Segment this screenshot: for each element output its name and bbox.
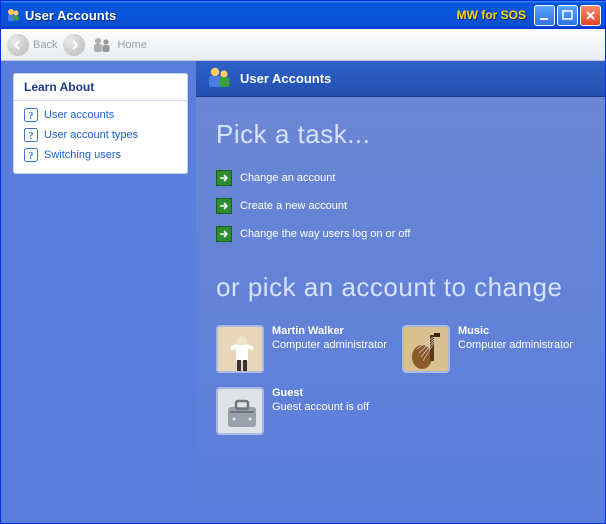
- content: Learn About ? User accounts ? User accou…: [1, 61, 605, 523]
- account-name: Martin Walker: [272, 325, 387, 339]
- sidebar: Learn About ? User accounts ? User accou…: [1, 61, 196, 523]
- svg-text:?: ?: [29, 131, 34, 142]
- home-button[interactable]: Home: [91, 36, 146, 54]
- help-item-label: Switching users: [44, 149, 121, 161]
- forward-button[interactable]: [63, 34, 85, 56]
- task-change-account[interactable]: Change an account: [216, 164, 585, 192]
- svg-text:?: ?: [29, 151, 34, 162]
- arrow-icon: [216, 198, 232, 214]
- task-label: Change the way users log on or off: [240, 228, 410, 240]
- main-header-title: User Accounts: [240, 71, 331, 86]
- back-icon: [7, 34, 29, 56]
- account-info: Guest Guest account is off: [272, 387, 369, 435]
- account-martin-walker[interactable]: Martin Walker Computer administrator: [216, 325, 388, 373]
- user-accounts-icon: [5, 7, 21, 23]
- forward-icon: [63, 34, 85, 56]
- panel-body: ? User accounts ? User account types ? S…: [14, 101, 187, 173]
- avatar: [216, 387, 264, 435]
- users-icon: [206, 65, 232, 92]
- titlebar: User Accounts MW for SOS: [1, 1, 605, 29]
- account-info: Music Computer administrator: [458, 325, 573, 373]
- back-button[interactable]: Back: [7, 34, 57, 56]
- minimize-button[interactable]: [534, 5, 555, 26]
- help-item-label: User account types: [44, 129, 138, 141]
- main: User Accounts Pick a task... Change an a…: [196, 61, 605, 523]
- window: User Accounts MW for SOS Back: [0, 0, 606, 524]
- account-info: Martin Walker Computer administrator: [272, 325, 387, 373]
- avatar: [216, 325, 264, 373]
- back-label: Back: [33, 39, 57, 51]
- learn-about-panel: Learn About ? User accounts ? User accou…: [13, 73, 188, 174]
- account-role: Guest account is off: [272, 401, 369, 415]
- toolbar: Back Home: [1, 29, 605, 61]
- task-list: Change an account Create a new account C…: [216, 164, 585, 248]
- help-item-account-types[interactable]: ? User account types: [20, 125, 181, 145]
- help-item-user-accounts[interactable]: ? User accounts: [20, 105, 181, 125]
- home-label: Home: [117, 39, 146, 51]
- account-name: Guest: [272, 387, 369, 401]
- pick-account-heading: or pick an account to change: [216, 272, 585, 303]
- titlebar-tag: MW for SOS: [457, 8, 526, 22]
- account-music[interactable]: Music Computer administrator: [402, 325, 574, 373]
- task-create-account[interactable]: Create a new account: [216, 192, 585, 220]
- avatar: [402, 325, 450, 373]
- task-label: Change an account: [240, 172, 335, 184]
- help-item-label: User accounts: [44, 109, 114, 121]
- account-list: Martin Walker Computer administrator Mus…: [216, 317, 585, 435]
- window-title: User Accounts: [25, 8, 116, 23]
- help-item-switching-users[interactable]: ? Switching users: [20, 145, 181, 165]
- svg-text:?: ?: [29, 111, 34, 122]
- task-label: Create a new account: [240, 200, 347, 212]
- account-role: Computer administrator: [272, 339, 387, 353]
- panel-title: Learn About: [14, 74, 187, 101]
- task-change-logon[interactable]: Change the way users log on or off: [216, 220, 585, 248]
- people-icon: [91, 36, 113, 54]
- account-name: Music: [458, 325, 573, 339]
- help-icon: ?: [24, 148, 38, 162]
- account-guest[interactable]: Guest Guest account is off: [216, 387, 388, 435]
- pick-task-heading: Pick a task...: [216, 119, 585, 150]
- main-header: User Accounts: [196, 61, 605, 97]
- main-body: Pick a task... Change an account Create …: [196, 97, 605, 523]
- account-role: Computer administrator: [458, 339, 573, 353]
- arrow-icon: [216, 170, 232, 186]
- maximize-button[interactable]: [557, 5, 578, 26]
- help-icon: ?: [24, 108, 38, 122]
- arrow-icon: [216, 226, 232, 242]
- close-button[interactable]: [580, 5, 601, 26]
- help-icon: ?: [24, 128, 38, 142]
